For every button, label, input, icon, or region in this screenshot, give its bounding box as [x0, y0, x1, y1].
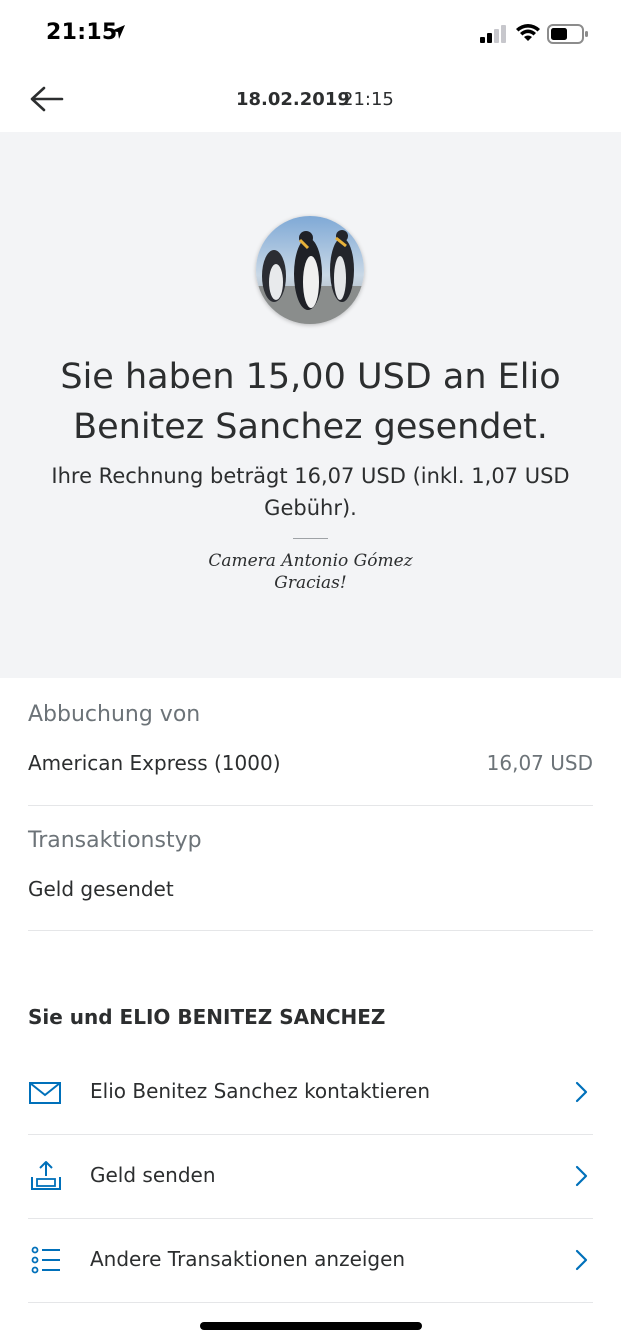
- payment-message-line: Camera Antonio Gómez: [208, 551, 413, 571]
- home-indicator[interactable]: [200, 1322, 422, 1330]
- transaction-summary: Sie haben 15,00 USD an Elio Benitez Sanc…: [0, 132, 621, 678]
- send-money-action-row[interactable]: Geld senden: [0, 1135, 621, 1219]
- chevron-right-icon: [575, 1249, 588, 1271]
- cellular-signal-icon: [480, 25, 506, 43]
- funding-amount: 16,07 USD: [486, 751, 593, 775]
- other-transactions-action-row[interactable]: Andere Transaktionen anzeigen: [0, 1219, 621, 1303]
- divider: [28, 1302, 593, 1303]
- transaction-type-label: Transaktionstyp: [28, 828, 202, 853]
- funding-label: Abbuchung von: [28, 702, 201, 727]
- transaction-time: 21:15: [342, 89, 394, 110]
- payment-headline: Sie haben 15,00 USD an Elio Benitez Sanc…: [60, 357, 561, 447]
- payment-message: Camera Antonio Gómez Gracias!: [40, 550, 581, 594]
- funding-source: American Express (1000): [28, 751, 281, 775]
- header: 18.02.2019 21:15: [0, 68, 621, 132]
- divider: [293, 538, 328, 539]
- status-bar: 21:15: [0, 0, 621, 68]
- contact-action-row[interactable]: Elio Benitez Sanchez kontaktieren: [0, 1051, 621, 1135]
- chevron-right-icon: [575, 1165, 588, 1187]
- transaction-type-value: Geld gesendet: [28, 877, 174, 901]
- battery-icon: [547, 24, 588, 44]
- payment-message-line: Gracias!: [274, 573, 347, 593]
- avatar-image: [256, 216, 364, 324]
- divider: [28, 805, 593, 806]
- action-label: Elio Benitez Sanchez kontaktieren: [90, 1079, 430, 1103]
- envelope-icon: [29, 1082, 61, 1104]
- arrow-left-icon[interactable]: [28, 84, 66, 114]
- list-icon: [31, 1246, 60, 1274]
- location-arrow-icon: [111, 25, 125, 39]
- wifi-icon: [516, 24, 540, 41]
- chevron-right-icon: [575, 1081, 588, 1103]
- avatar: [256, 216, 364, 324]
- action-label: Andere Transaktionen anzeigen: [90, 1247, 406, 1271]
- action-label: Geld senden: [90, 1163, 216, 1187]
- transaction-date: 18.02.2019: [236, 89, 350, 110]
- status-time: 21:15: [46, 20, 118, 45]
- section-title: Sie und ELIO BENITEZ SANCHEZ: [28, 1005, 386, 1029]
- send-money-icon: [31, 1161, 61, 1190]
- payment-total-note: Ihre Rechnung beträgt 16,07 USD (inkl. 1…: [51, 464, 570, 520]
- divider: [28, 930, 593, 931]
